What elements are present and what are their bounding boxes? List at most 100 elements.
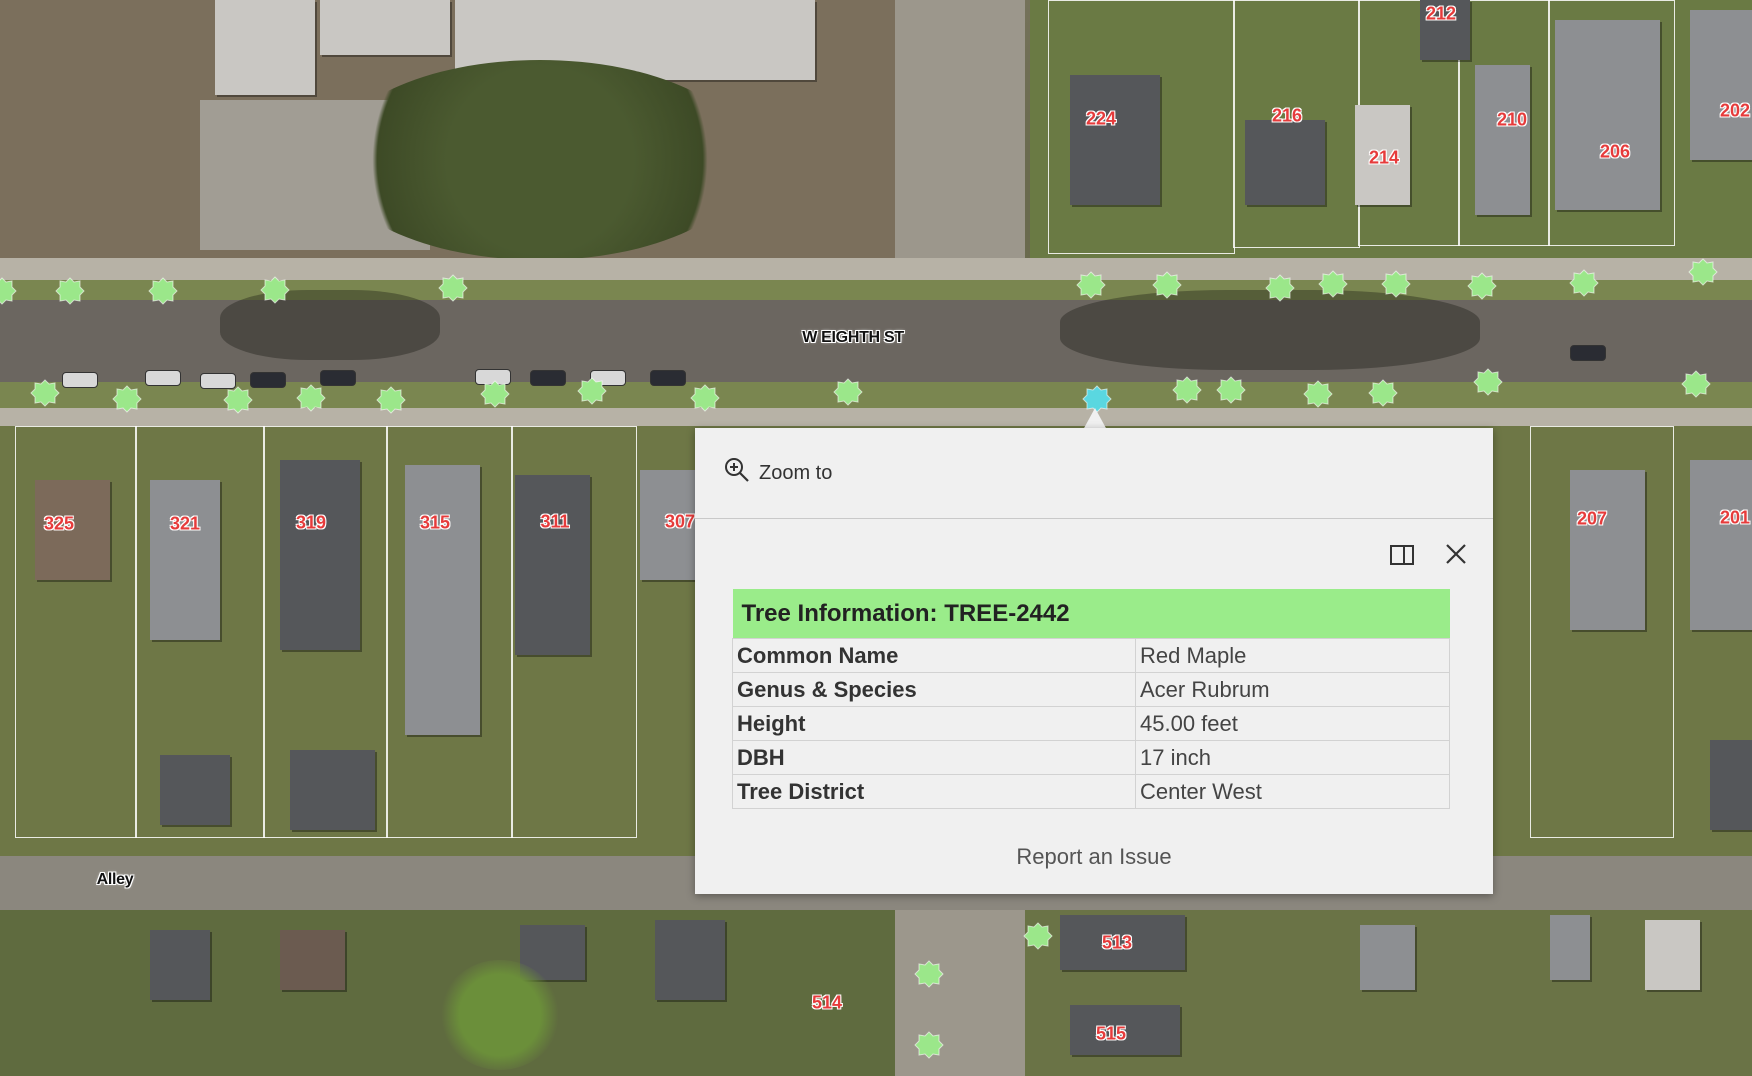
address-label: 202 [1720, 101, 1750, 122]
tree-marker[interactable] [1076, 270, 1106, 300]
tree-marker[interactable] [833, 377, 863, 407]
tree-marker[interactable] [1381, 269, 1411, 299]
zoom-in-icon [723, 456, 751, 490]
close-button[interactable] [1440, 538, 1472, 570]
tree-marker[interactable] [55, 276, 85, 306]
parked-car [1570, 345, 1606, 361]
tree-canopy [330, 60, 750, 260]
alley-label: Alley [97, 871, 134, 889]
address-label: 206 [1600, 142, 1630, 163]
popup-title: Tree Information: TREE-2442 [733, 589, 1450, 639]
tree-marker[interactable] [914, 1030, 944, 1060]
tree-marker[interactable] [1265, 273, 1295, 303]
tree-marker[interactable] [296, 383, 326, 413]
tree-marker[interactable] [1368, 378, 1398, 408]
house [1245, 120, 1325, 205]
tree-marker[interactable] [1681, 369, 1711, 399]
tree-marker[interactable] [0, 276, 17, 306]
zoom-to-button[interactable]: Zoom to [723, 458, 832, 488]
dock-icon [1387, 556, 1417, 573]
house [1550, 915, 1590, 980]
building [215, 0, 315, 95]
address-label: 210 [1497, 110, 1527, 131]
house [150, 480, 220, 640]
zoom-to-label: Zoom to [759, 462, 832, 485]
parked-car [145, 370, 181, 386]
table-row: Tree DistrictCenter West [733, 775, 1450, 809]
sidewalk-south [0, 408, 1752, 426]
house [150, 930, 210, 1000]
report-issue-link[interactable]: Report an Issue [695, 844, 1493, 870]
address-label: 315 [420, 513, 450, 534]
address-label: 216 [1272, 106, 1302, 127]
tree-marker[interactable] [1152, 270, 1182, 300]
address-label: 224 [1086, 109, 1116, 130]
tree-marker[interactable] [577, 376, 607, 406]
address-label: 201 [1720, 508, 1750, 529]
house [280, 460, 360, 650]
tree-marker[interactable] [30, 378, 60, 408]
tree-marker[interactable] [223, 385, 253, 415]
address-label: 325 [44, 514, 74, 535]
house [280, 930, 345, 990]
house [405, 465, 480, 735]
tree-marker[interactable] [914, 959, 944, 989]
tree-marker[interactable] [1318, 269, 1348, 299]
garage [290, 750, 375, 830]
popup-pointer [1083, 408, 1107, 430]
house [1690, 460, 1752, 630]
tree-marker[interactable] [1172, 375, 1202, 405]
field-value: Center West [1136, 775, 1450, 809]
house [1645, 920, 1700, 990]
parked-car [650, 370, 686, 386]
tree-info-table: Tree Information: TREE-2442 Common NameR… [732, 589, 1450, 809]
tree-canopy [440, 960, 560, 1070]
close-icon [1440, 557, 1472, 574]
garage [1710, 740, 1752, 830]
tree-marker[interactable] [1023, 921, 1053, 951]
field-name: Tree District [733, 775, 1136, 809]
tree-marker[interactable] [1569, 268, 1599, 298]
table-row: Height45.00 feet [733, 707, 1450, 741]
tree-marker[interactable] [1467, 271, 1497, 301]
table-row: Genus & SpeciesAcer Rubrum [733, 673, 1450, 707]
street-label: W EIGHTH ST [802, 329, 904, 347]
address-label: 319 [296, 513, 326, 534]
address-label: 214 [1369, 148, 1399, 169]
tree-marker[interactable] [1216, 375, 1246, 405]
tree-marker[interactable] [112, 384, 142, 414]
house [1570, 470, 1645, 630]
house [655, 920, 725, 1000]
address-label: 513 [1102, 933, 1132, 954]
tree-marker[interactable] [1688, 257, 1718, 287]
field-name: DBH [733, 741, 1136, 775]
parked-car [250, 372, 286, 388]
building [320, 0, 450, 55]
tree-marker[interactable] [148, 276, 178, 306]
tree-marker[interactable] [438, 273, 468, 303]
house [515, 475, 590, 655]
popup-action-bar: Zoom to [695, 428, 1493, 519]
table-row: Common NameRed Maple [733, 639, 1450, 673]
address-label: 514 [812, 993, 842, 1014]
tree-marker[interactable] [480, 379, 510, 409]
address-label: 515 [1096, 1024, 1126, 1045]
house [1690, 10, 1752, 160]
address-label: 307 [665, 512, 695, 533]
tree-marker[interactable] [376, 385, 406, 415]
tree-marker[interactable] [260, 275, 290, 305]
address-label: 311 [540, 512, 569, 533]
tree-marker[interactable] [1473, 367, 1503, 397]
address-label: 212 [1426, 4, 1456, 25]
address-label: 207 [1577, 509, 1607, 530]
field-value: Red Maple [1136, 639, 1450, 673]
parked-car [62, 372, 98, 388]
field-name: Height [733, 707, 1136, 741]
field-name: Common Name [733, 639, 1136, 673]
tree-marker[interactable] [1303, 379, 1333, 409]
tree-shadow [220, 290, 440, 360]
dock-button[interactable] [1387, 541, 1417, 569]
parked-car [530, 370, 566, 386]
tree-marker[interactable] [690, 383, 720, 413]
table-row: DBH17 inch [733, 741, 1450, 775]
